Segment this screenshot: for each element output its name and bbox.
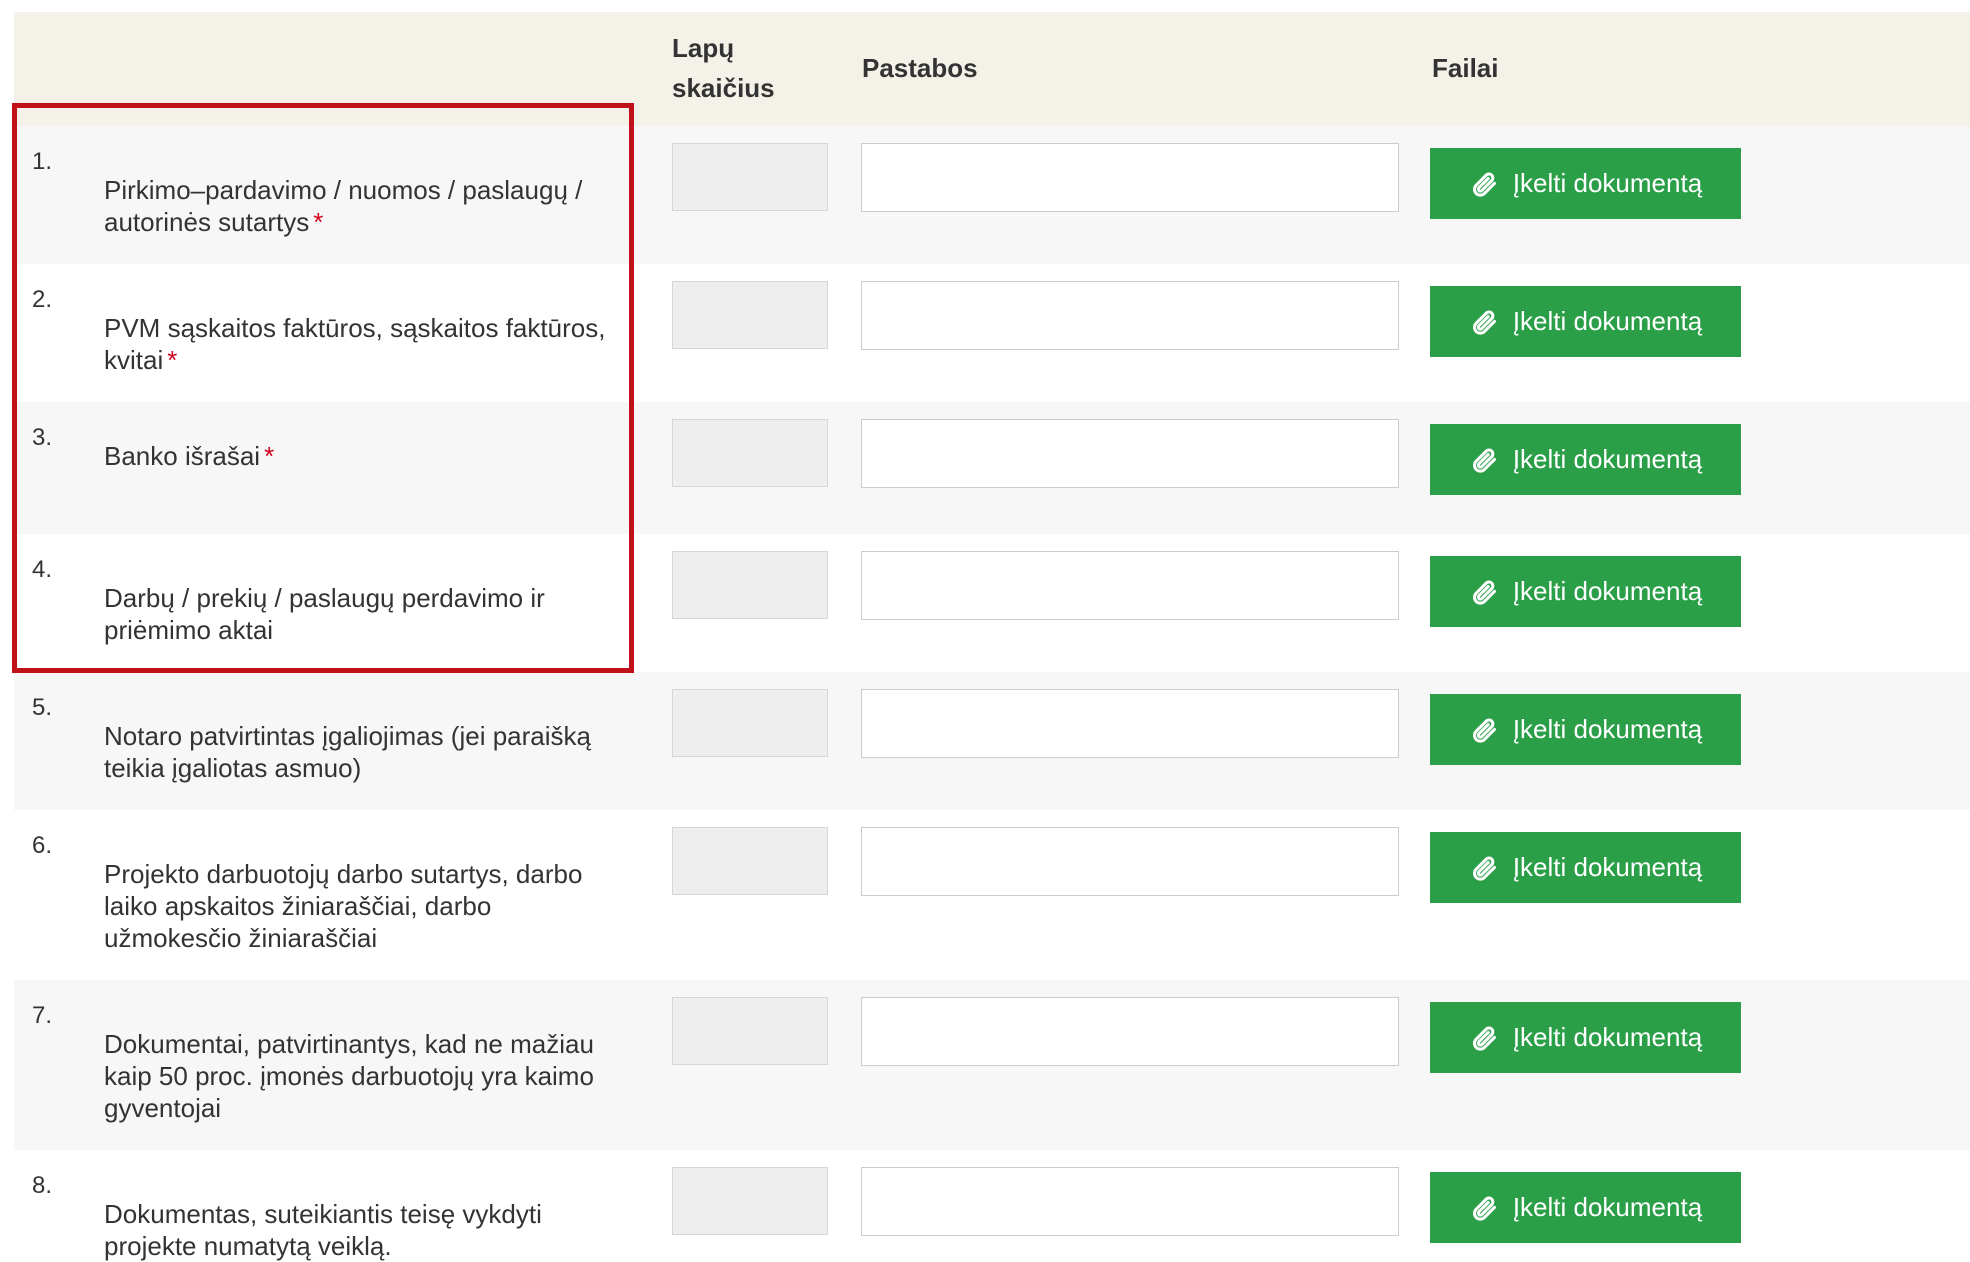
notes-input[interactable] [861, 689, 1399, 758]
pages-count-field [672, 689, 828, 757]
upload-button-label: Įkelti dokumentą [1512, 576, 1703, 606]
row-number: 6. [32, 832, 53, 859]
header-files: Failai [1432, 53, 1499, 83]
pages-count-field [672, 1167, 828, 1235]
table-row: 6. Projekto darbuotojų darbo sutartys, d… [14, 810, 1970, 980]
row-label: PVM sąskaitos faktūros, sąskaitos faktūr… [104, 312, 634, 376]
pages-count-field [672, 827, 828, 895]
table-row: 5. Notaro patvirtintas įgaliojimas (jei … [14, 672, 1970, 810]
upload-document-button[interactable]: Įkelti dokumentą [1430, 1002, 1741, 1073]
row-label: Projekto darbuotojų darbo sutartys, darb… [104, 858, 634, 954]
notes-input[interactable] [861, 827, 1399, 896]
row-label-text: PVM sąskaitos faktūros, sąskaitos faktūr… [104, 313, 606, 375]
row-number: 8. [32, 1172, 53, 1199]
upload-button-label: Įkelti dokumentą [1512, 852, 1703, 882]
upload-document-button[interactable]: Įkelti dokumentą [1430, 424, 1741, 495]
row-label-text: Dokumentas, suteikiantis teisę vykdyti p… [104, 1199, 542, 1261]
row-label: Notaro patvirtintas įgaliojimas (jei par… [104, 720, 634, 784]
row-label: Darbų / prekių / paslaugų perdavimo ir p… [104, 582, 634, 646]
table-header: Lapų skaičius Pastabos Failai [14, 12, 1970, 126]
pages-count-field [672, 281, 828, 349]
row-label: Banko išrašai * [104, 440, 634, 472]
paperclip-icon [1469, 307, 1499, 337]
table-row: 1. Pirkimo–pardavimo / nuomos / paslaugų… [14, 126, 1970, 264]
paperclip-icon [1469, 169, 1499, 199]
upload-document-button[interactable]: Įkelti dokumentą [1430, 556, 1741, 627]
header-pages-line1: Lapų [672, 33, 735, 63]
row-label: Dokumentai, patvirtinantys, kad ne mažia… [104, 1028, 634, 1124]
required-mark: * [167, 345, 178, 375]
pages-count-field [672, 419, 828, 487]
row-label-text: Pirkimo–pardavimo / nuomos / paslaugų / … [104, 175, 583, 237]
required-mark: * [313, 207, 324, 237]
paperclip-icon [1469, 577, 1499, 607]
notes-input[interactable] [861, 551, 1399, 620]
row-label-text: Notaro patvirtintas įgaliojimas (jei par… [104, 721, 591, 783]
header-notes: Pastabos [862, 53, 978, 83]
pages-count-field [672, 997, 828, 1065]
table-row: 3. Banko išrašai * Įkelti dokumentą [14, 402, 1970, 534]
upload-button-label: Įkelti dokumentą [1512, 714, 1703, 744]
row-number: 3. [32, 424, 53, 451]
header-pages-line2: skaičius [672, 73, 775, 103]
header-pages-count: Lapų skaičius [672, 28, 792, 108]
upload-button-label: Įkelti dokumentą [1512, 1192, 1703, 1222]
paperclip-icon [1469, 715, 1499, 745]
row-number: 4. [32, 556, 53, 583]
row-label: Dokumentas, suteikiantis teisę vykdyti p… [104, 1198, 634, 1262]
row-label: Pirkimo–pardavimo / nuomos / paslaugų / … [104, 174, 634, 238]
upload-document-button[interactable]: Įkelti dokumentą [1430, 286, 1741, 357]
notes-input[interactable] [861, 997, 1399, 1066]
row-label-text: Darbų / prekių / paslaugų perdavimo ir p… [104, 583, 545, 645]
upload-button-label: Įkelti dokumentą [1512, 1022, 1703, 1052]
row-number: 7. [32, 1002, 53, 1029]
paperclip-icon [1469, 853, 1499, 883]
notes-input[interactable] [861, 143, 1399, 212]
row-label-text: Dokumentai, patvirtinantys, kad ne mažia… [104, 1029, 594, 1123]
upload-document-button[interactable]: Įkelti dokumentą [1430, 832, 1741, 903]
required-mark: * [264, 441, 275, 471]
notes-input[interactable] [861, 1167, 1399, 1236]
documents-table: Lapų skaičius Pastabos Failai 1. Pirkimo… [14, 12, 1970, 1262]
row-label-text: Banko išrašai [104, 441, 261, 471]
table-row: 4. Darbų / prekių / paslaugų perdavimo i… [14, 534, 1970, 672]
table-row: 7. Dokumentai, patvirtinantys, kad ne ma… [14, 980, 1970, 1150]
upload-document-button[interactable]: Įkelti dokumentą [1430, 148, 1741, 219]
paperclip-icon [1469, 445, 1499, 475]
upload-document-button[interactable]: Įkelti dokumentą [1430, 694, 1741, 765]
table-row: 2. PVM sąskaitos faktūros, sąskaitos fak… [14, 264, 1970, 402]
upload-button-label: Įkelti dokumentą [1512, 444, 1703, 474]
notes-input[interactable] [861, 419, 1399, 488]
pages-count-field [672, 551, 828, 619]
upload-button-label: Įkelti dokumentą [1512, 306, 1703, 336]
row-number: 2. [32, 286, 53, 313]
upload-button-label: Įkelti dokumentą [1512, 168, 1703, 198]
row-label-text: Projekto darbuotojų darbo sutartys, darb… [104, 859, 583, 953]
row-number: 5. [32, 694, 53, 721]
pages-count-field [672, 143, 828, 211]
table-row: 8. Dokumentas, suteikiantis teisę vykdyt… [14, 1150, 1970, 1262]
paperclip-icon [1469, 1193, 1499, 1223]
row-number: 1. [32, 148, 53, 175]
notes-input[interactable] [861, 281, 1399, 350]
paperclip-icon [1469, 1023, 1499, 1053]
upload-document-button[interactable]: Įkelti dokumentą [1430, 1172, 1741, 1243]
